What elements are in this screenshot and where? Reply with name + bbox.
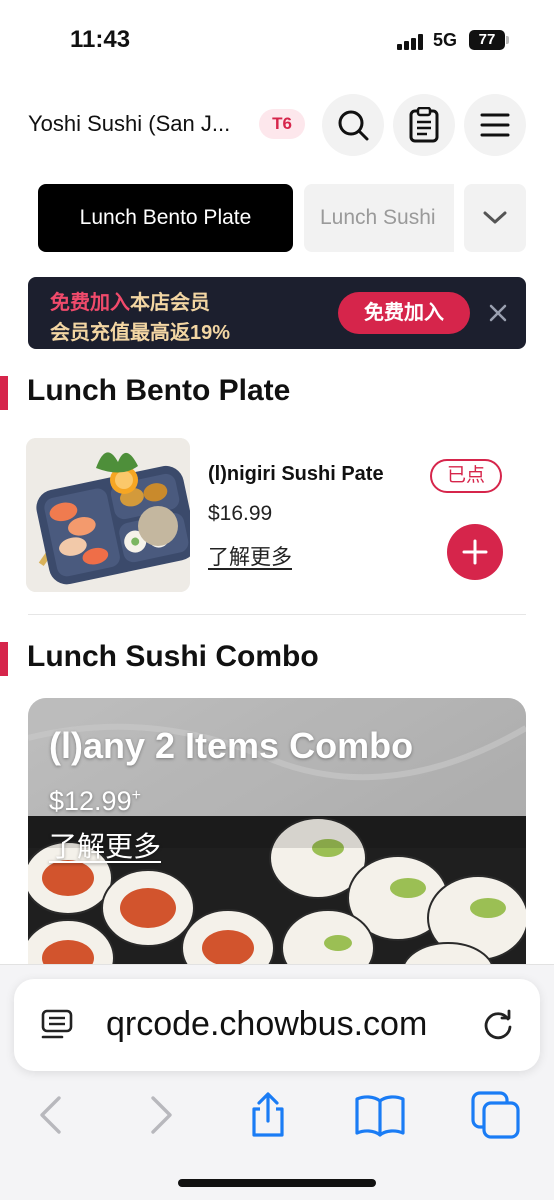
section-marker <box>0 376 8 410</box>
store-name[interactable]: Yoshi Sushi (San J... <box>28 111 230 137</box>
combo-item-price: $12.99+ <box>49 786 141 817</box>
item-price: $16.99 <box>208 502 273 525</box>
learn-more-link[interactable]: 了解更多 <box>49 825 161 865</box>
search-button[interactable] <box>322 94 384 156</box>
combo-price-value: $12.99 <box>49 786 132 816</box>
store-header: Yoshi Sushi (San J... T6 <box>0 92 554 158</box>
menu-icon <box>480 113 510 137</box>
add-item-button[interactable] <box>447 524 503 580</box>
status-time: 11:43 <box>70 26 131 53</box>
menu-button[interactable] <box>464 94 526 156</box>
promo-headline: 免费加入本店会员 <box>50 286 210 315</box>
combo-item-name: (l)any 2 Items Combo <box>49 725 414 766</box>
bento-item-image[interactable] <box>26 438 190 592</box>
url-text: qrcode.chowbus.com <box>106 1005 428 1043</box>
address-bar[interactable]: qrcode.chowbus.com <box>14 979 540 1071</box>
section-divider <box>28 614 526 615</box>
promo-subline: 会员充值最高返19% <box>50 322 231 344</box>
tabs-button[interactable] <box>470 1089 522 1141</box>
browser-toolbar: qrcode.chowbus.com <box>0 964 554 1200</box>
order-list-icon <box>409 107 439 143</box>
join-membership-button[interactable]: 免费加入 <box>338 292 470 334</box>
chevron-down-icon <box>483 211 507 224</box>
promo-headline-rest: 本店会员 <box>130 292 210 314</box>
close-icon[interactable] <box>486 301 510 325</box>
search-icon <box>338 110 369 141</box>
orders-button[interactable] <box>393 94 455 156</box>
battery-icon: 77 <box>469 30 509 50</box>
membership-promo-banner: 免费加入本店会员 会员充值最高返19% 免费加入 <box>28 277 526 349</box>
more-categories-button[interactable] <box>464 184 526 252</box>
tabs-icon <box>471 1091 520 1139</box>
learn-more-link[interactable]: 了解更多 <box>208 541 292 571</box>
reader-icon[interactable] <box>40 1007 76 1043</box>
plus-icon <box>462 539 488 565</box>
network-label: 5G <box>433 30 458 50</box>
section-title-bento: Lunch Bento Plate <box>27 374 291 407</box>
combo-item-card[interactable]: (l)any 2 Items Combo $12.99+ 了解更多 <box>28 698 526 988</box>
reload-icon[interactable] <box>480 1007 516 1043</box>
bookmarks-button[interactable] <box>352 1089 408 1141</box>
ordered-badge: 已点 <box>430 459 502 493</box>
forward-icon <box>151 1096 172 1134</box>
tab-lunch-sushi[interactable]: Lunch Sushi <box>304 184 454 252</box>
section-title-combo: Lunch Sushi Combo <box>27 640 319 673</box>
section-marker <box>0 642 8 676</box>
category-tabs: Lunch Bento Plate Lunch Sushi <box>0 184 554 252</box>
home-indicator <box>178 1179 376 1187</box>
tab-lunch-bento-plate[interactable]: Lunch Bento Plate <box>38 184 293 252</box>
combo-price-suffix: + <box>131 787 141 804</box>
status-bar: 11:43 5G 77 <box>0 0 554 80</box>
back-icon <box>40 1096 61 1134</box>
back-button[interactable] <box>24 1089 76 1141</box>
item-name[interactable]: (l)nigiri Sushi Pate <box>208 463 384 486</box>
promo-highlight: 免费加入 <box>50 292 130 314</box>
share-button[interactable] <box>242 1089 294 1141</box>
signal-icon <box>397 34 425 50</box>
bookmarks-icon <box>355 1095 405 1137</box>
bento-plate-image <box>26 438 190 592</box>
share-icon <box>252 1092 284 1137</box>
table-badge: T6 <box>259 109 305 139</box>
forward-button[interactable] <box>136 1089 188 1141</box>
